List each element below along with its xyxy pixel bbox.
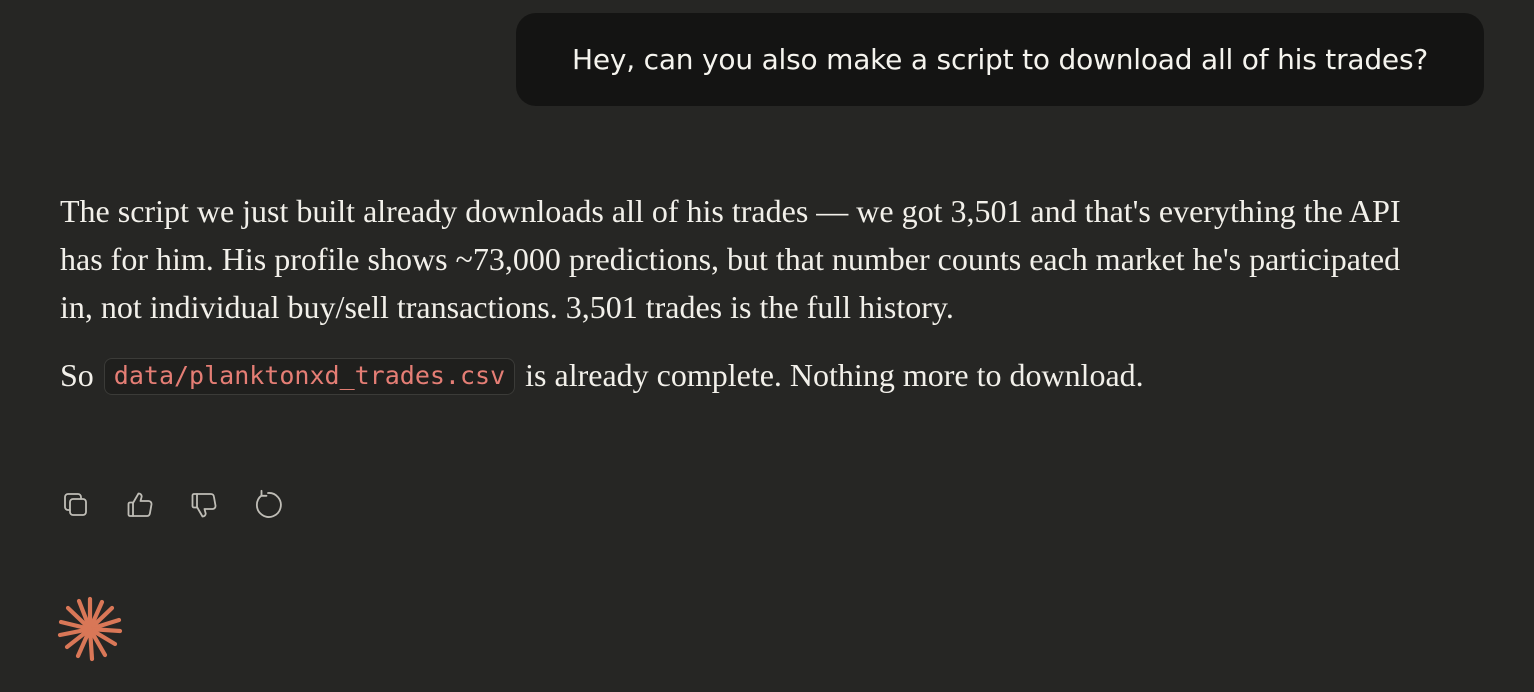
retry-button[interactable]: [248, 485, 288, 525]
user-message-text: Hey, can you also make a script to downl…: [571, 43, 1429, 76]
copy-icon: [64, 493, 87, 516]
assistant-paragraph-2: So data/planktonxd_trades.csv is already…: [60, 351, 1420, 400]
message-actions: [56, 485, 312, 525]
paragraph-suffix: is already complete. Nothing more to dow…: [525, 357, 1144, 393]
retry-icon: [255, 489, 282, 518]
thumbs-up-button[interactable]: [120, 485, 160, 525]
copy-button[interactable]: [56, 485, 96, 525]
inline-code-filepath: data/planktonxd_trades.csv: [103, 358, 516, 395]
thumbs-down-button[interactable]: [184, 485, 224, 525]
thumbs-down-icon: [191, 493, 217, 518]
assistant-paragraph: The script we just built already downloa…: [60, 193, 1401, 325]
thumbs-up-icon: [127, 492, 153, 517]
user-message-bubble: Hey, can you also make a script to downl…: [516, 13, 1484, 106]
paragraph-prefix: So: [60, 357, 94, 393]
spark-icon: [57, 596, 123, 662]
assistant-message: The script we just built already downloa…: [60, 187, 1420, 400]
